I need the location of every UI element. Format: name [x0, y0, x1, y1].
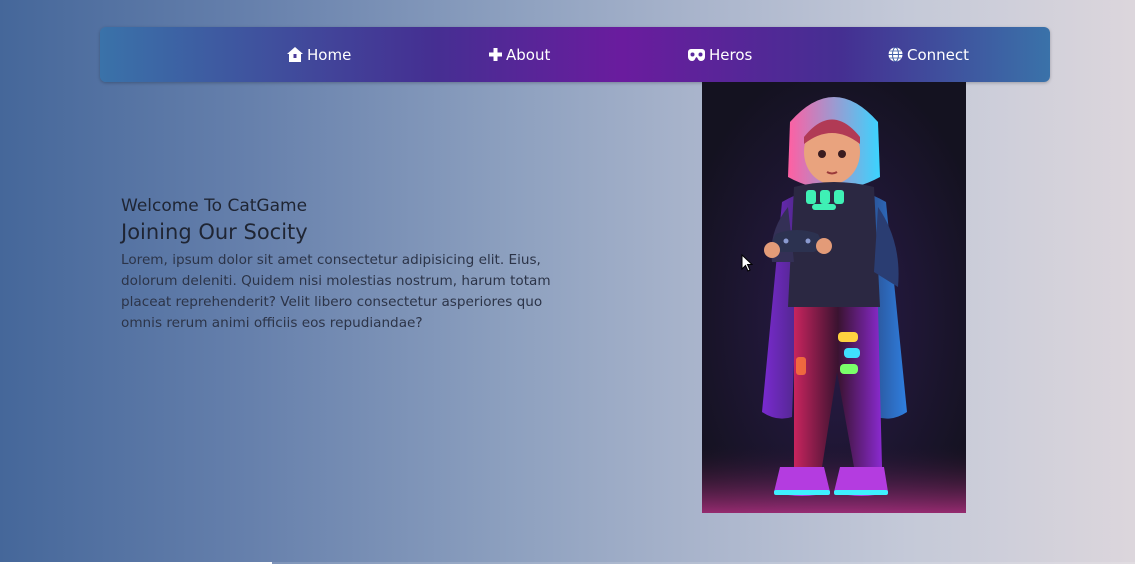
nav-heros[interactable]: Heros: [688, 27, 752, 82]
nav-about[interactable]: About: [489, 27, 550, 82]
nav-home[interactable]: Home: [287, 27, 351, 82]
plus-icon: [489, 48, 502, 61]
gamer-girl-illustration: [702, 82, 966, 513]
hero-heading: Joining Our Socity: [121, 220, 308, 244]
globe-icon: [888, 47, 903, 62]
welcome-text: Welcome To CatGame: [121, 196, 308, 216]
hero-section: Welcome To CatGame Joining Our Socity Lo…: [121, 196, 571, 334]
nav-home-label: Home: [307, 45, 352, 64]
gamepad-mask-icon: [688, 48, 705, 61]
nav-heros-label: Heros: [709, 45, 753, 64]
home-icon: [287, 47, 303, 62]
hero-paragraph: Lorem, ipsum dolor sit amet consectetur …: [121, 252, 551, 331]
mouse-cursor-icon: [741, 253, 754, 276]
nav-connect[interactable]: Connect: [888, 27, 969, 82]
navbar: Home About Heros Connect: [100, 27, 1050, 82]
nav-connect-label: Connect: [907, 45, 970, 64]
nav-about-label: About: [506, 45, 551, 64]
hero-image: [702, 82, 966, 513]
